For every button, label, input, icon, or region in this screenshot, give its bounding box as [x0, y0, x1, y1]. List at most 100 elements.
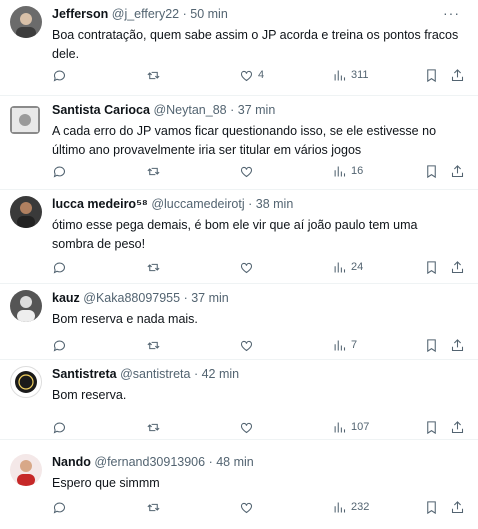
reply-button[interactable]: [52, 67, 67, 83]
reply-icon: [53, 340, 66, 351]
retweet-icon: [147, 167, 160, 175]
author-name[interactable]: Jefferson: [52, 7, 108, 21]
author-handle[interactable]: @Neytan_88: [153, 103, 226, 117]
like-button[interactable]: [239, 259, 254, 275]
tweet[interactable]: Jefferson @j_effery22 · 50 min ··· Boa c…: [0, 0, 478, 96]
action-bar: 16: [52, 163, 468, 179]
view-count: 311: [351, 69, 369, 81]
views-button[interactable]: 24: [332, 259, 363, 275]
tweet-header: kauz @Kaka88097955 · 37 min: [52, 290, 438, 306]
like-button[interactable]: [239, 337, 254, 353]
like-button[interactable]: [239, 499, 254, 515]
like-button[interactable]: [239, 163, 254, 179]
share-button[interactable]: [450, 499, 465, 515]
timestamp[interactable]: 48 min: [216, 455, 254, 469]
bookmark-button[interactable]: [424, 67, 439, 83]
bookmark-button[interactable]: [424, 337, 439, 353]
views-button[interactable]: 107: [332, 419, 369, 435]
like-button[interactable]: [239, 419, 254, 435]
author-name[interactable]: Santista Carioca: [52, 103, 150, 117]
analytics-icon: [334, 262, 346, 272]
share-icon: [451, 164, 464, 177]
bookmark-button[interactable]: [424, 259, 439, 275]
tweet[interactable]: Santista Carioca @Neytan_88 · 37 min A c…: [0, 96, 478, 190]
bookmark-button[interactable]: [424, 499, 439, 515]
author-name[interactable]: Nando: [52, 455, 91, 469]
reply-button[interactable]: [52, 337, 67, 353]
author-name[interactable]: kauz: [52, 291, 80, 305]
more-options-icon[interactable]: ···: [443, 6, 460, 20]
view-count: 7: [351, 339, 358, 351]
retweet-icon: [147, 503, 160, 511]
tweet[interactable]: Santistreta @santistreta · 42 min Bom re…: [0, 360, 478, 440]
view-count: 107: [351, 421, 370, 433]
reply-feed: Jefferson @j_effery22 · 50 min ··· Boa c…: [0, 0, 478, 529]
view-count: 24: [351, 261, 364, 273]
retweet-button[interactable]: [146, 499, 161, 515]
share-button[interactable]: [450, 163, 465, 179]
avatar[interactable]: [10, 196, 42, 228]
heart-icon: [240, 70, 253, 81]
share-button[interactable]: [450, 337, 465, 353]
share-button[interactable]: [450, 419, 465, 435]
tweet-header: Santistreta @santistreta · 42 min: [52, 366, 438, 382]
avatar[interactable]: [10, 290, 42, 322]
share-icon: [451, 338, 464, 351]
views-button[interactable]: 232: [332, 499, 369, 515]
author-handle[interactable]: @luccamedeirotj: [151, 197, 244, 211]
timestamp[interactable]: 42 min: [202, 367, 240, 381]
author-name[interactable]: Santistreta: [52, 367, 117, 381]
author-handle[interactable]: @fernand30913906: [94, 455, 205, 469]
heart-icon: [240, 502, 253, 513]
tweet-header: lucca medeiro⁵⁸ @luccamedeirotj · 38 min: [52, 196, 438, 212]
avatar[interactable]: [10, 366, 42, 398]
retweet-button[interactable]: [146, 67, 161, 83]
like-button[interactable]: 4: [239, 67, 264, 83]
bookmark-icon: [427, 338, 436, 352]
tweet[interactable]: lucca medeiro⁵⁸ @luccamedeirotj · 38 min…: [0, 190, 478, 284]
timestamp[interactable]: 37 min: [191, 291, 229, 305]
tweet-text: Bom reserva e nada mais.: [52, 312, 198, 326]
retweet-button[interactable]: [146, 419, 161, 435]
analytics-icon: [334, 340, 346, 350]
analytics-icon: [334, 502, 346, 512]
like-count: 4: [258, 69, 265, 81]
reply-button[interactable]: [52, 259, 67, 275]
bookmark-button[interactable]: [424, 163, 439, 179]
avatar[interactable]: [10, 106, 40, 134]
timestamp[interactable]: 38 min: [256, 197, 294, 211]
reply-button[interactable]: [52, 499, 67, 515]
retweet-button[interactable]: [146, 259, 161, 275]
author-handle[interactable]: @santistreta: [120, 367, 190, 381]
reply-button[interactable]: [52, 163, 67, 179]
tweet-text: ótimo esse pega demais, é bom ele vir qu…: [52, 218, 418, 251]
reply-button[interactable]: [52, 419, 67, 435]
tweet-text: Espero que simmm: [52, 476, 160, 490]
retweet-button[interactable]: [146, 163, 161, 179]
tweet[interactable]: Nando @fernand30913906 · 48 min Espero q…: [0, 448, 478, 529]
reply-icon: [53, 422, 66, 433]
author-handle[interactable]: @j_effery22: [112, 7, 179, 21]
bookmark-button[interactable]: [424, 419, 439, 435]
author-name[interactable]: lucca medeiro⁵⁸: [52, 197, 148, 211]
views-button[interactable]: 311: [332, 67, 369, 83]
bookmark-icon: [427, 68, 436, 82]
avatar[interactable]: [10, 6, 42, 38]
reply-icon: [53, 166, 66, 177]
timestamp[interactable]: 37 min: [238, 103, 276, 117]
retweet-icon: [147, 71, 160, 79]
tweet-text: A cada erro do JP vamos ficar questionan…: [52, 124, 437, 157]
retweet-button[interactable]: [146, 337, 161, 353]
tweet-text: Boa contratação, quem sabe assim o JP ac…: [52, 28, 459, 61]
views-button[interactable]: 7: [332, 337, 357, 353]
bookmark-icon: [427, 420, 436, 434]
share-button[interactable]: [450, 259, 465, 275]
avatar[interactable]: [10, 454, 42, 486]
timestamp[interactable]: 50 min: [190, 7, 228, 21]
author-handle[interactable]: @Kaka88097955: [83, 291, 180, 305]
tweet[interactable]: kauz @Kaka88097955 · 37 min Bom reserva …: [0, 284, 478, 360]
views-button[interactable]: 16: [332, 163, 363, 179]
tweet-header: Nando @fernand30913906 · 48 min: [52, 454, 438, 470]
action-bar: 4 311: [52, 67, 468, 83]
share-button[interactable]: [450, 67, 465, 83]
